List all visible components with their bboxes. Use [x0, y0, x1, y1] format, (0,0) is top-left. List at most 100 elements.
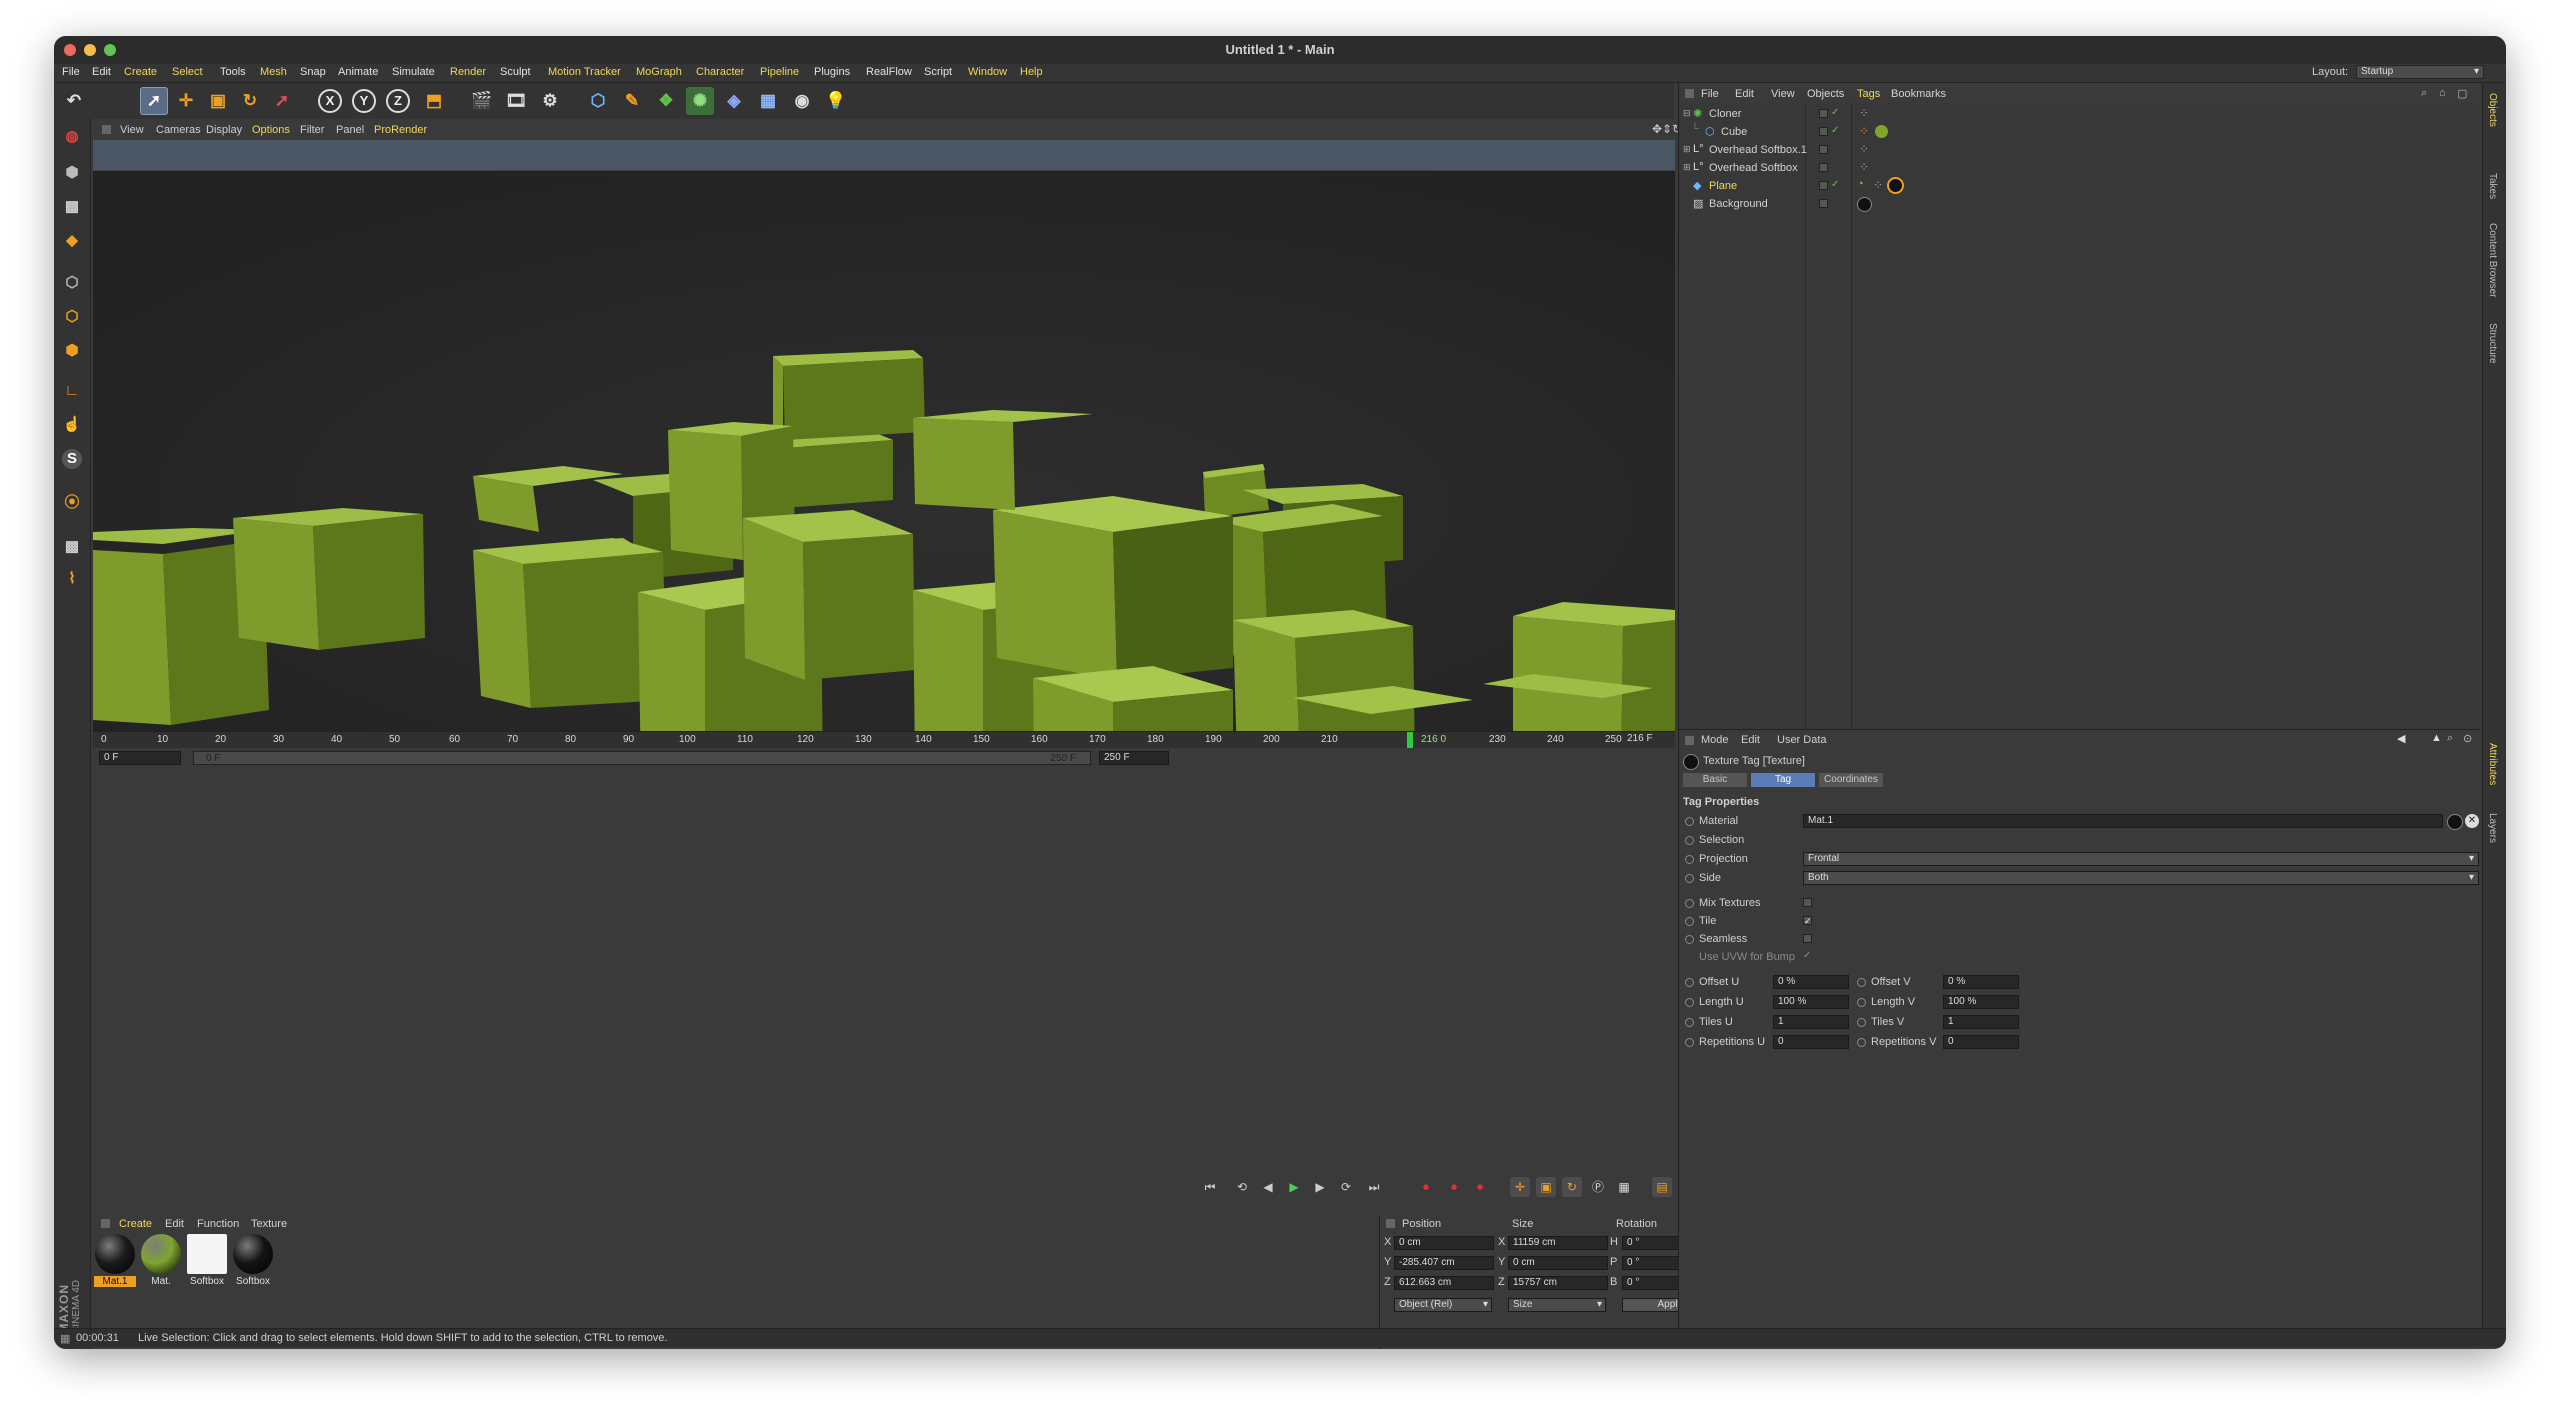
playhead[interactable]	[1407, 732, 1414, 748]
viewport-menu-view[interactable]: View	[120, 124, 144, 136]
animate-radio[interactable]	[1685, 817, 1694, 826]
menu-help[interactable]: Help	[1020, 66, 1043, 78]
phong-tag-icon[interactable]: ⁘	[1859, 124, 1869, 138]
material-menu-create[interactable]: Create	[119, 1218, 152, 1230]
animate-radio[interactable]	[1857, 1018, 1866, 1027]
new-window-icon[interactable]: ▢	[2457, 87, 2467, 100]
menu-tools[interactable]: Tools	[220, 66, 246, 78]
tag-icon[interactable]: ⁘	[1859, 160, 1869, 174]
menu-realflow[interactable]: RealFlow	[866, 66, 912, 78]
previous-frame-button[interactable]: ◀	[1258, 1177, 1278, 1197]
expand-icon[interactable]: ⊟	[1683, 108, 1691, 119]
menu-animate[interactable]: Animate	[338, 66, 378, 78]
next-key-button[interactable]: ⟳	[1336, 1177, 1356, 1197]
tab-coordinates[interactable]: Coordinates	[1819, 773, 1883, 787]
viewport-menu-prorender[interactable]: ProRender	[374, 124, 427, 136]
render-view-button[interactable]: 🎬	[468, 87, 496, 115]
om-menu-view[interactable]: View	[1771, 88, 1795, 100]
object-row[interactable]: ◆ Plane ✓ ◔ ⁘	[1679, 177, 2481, 195]
offset-v-field[interactable]: 0 %	[1943, 975, 2019, 989]
menu-snap[interactable]: Snap	[300, 66, 326, 78]
seamless-checkbox[interactable]	[1803, 934, 1812, 943]
tab-basic[interactable]: Basic	[1683, 773, 1747, 787]
animate-radio[interactable]	[1685, 917, 1694, 926]
z-axis-button[interactable]: Z	[384, 87, 412, 115]
keyframe-selection-button[interactable]: ⏺	[1470, 1177, 1490, 1197]
viewport-menu-filter[interactable]: Filter	[300, 124, 324, 136]
side-tab-attributes[interactable]: Attributes	[2487, 743, 2498, 785]
tile-checkbox[interactable]: ✓	[1803, 916, 1812, 926]
side-tab-objects[interactable]: Objects	[2487, 93, 2498, 127]
polygons-mode-button[interactable]: ⬢	[58, 337, 86, 365]
tiles-u-field[interactable]: 1	[1773, 1015, 1849, 1029]
subdivision-button[interactable]: ❖	[652, 87, 680, 115]
material-menu-texture[interactable]: Texture	[251, 1218, 287, 1230]
y-axis-button[interactable]: Y	[350, 87, 378, 115]
visibility-toggle[interactable]	[1819, 145, 1828, 154]
menu-edit[interactable]: Edit	[92, 66, 111, 78]
object-row[interactable]: ⊞ L° Overhead Softbox.1 ⁘	[1679, 141, 2481, 159]
animate-radio[interactable]	[1685, 1038, 1694, 1047]
menu-pipeline[interactable]: Pipeline	[760, 66, 799, 78]
clear-link-icon[interactable]: ✕	[2465, 814, 2479, 828]
menu-mograph[interactable]: MoGraph	[636, 66, 682, 78]
length-v-field[interactable]: 100 %	[1943, 995, 2019, 1009]
live-selection-button[interactable]: ➚	[140, 87, 168, 115]
offset-u-field[interactable]: 0 %	[1773, 975, 1849, 989]
coord-size-select[interactable]: Size ▾	[1508, 1298, 1606, 1312]
select-tool-button[interactable]: ➚	[268, 87, 296, 115]
tiles-v-field[interactable]: 1	[1943, 1015, 2019, 1029]
visibility-toggle[interactable]	[1819, 199, 1828, 208]
length-u-field[interactable]: 100 %	[1773, 995, 1849, 1009]
layout-select[interactable]: Startup ▾	[2356, 65, 2484, 79]
axis-mode-button[interactable]: ∟	[58, 377, 86, 405]
home-icon[interactable]: ⌂	[2439, 87, 2446, 99]
animate-radio[interactable]	[1685, 855, 1694, 864]
tag-icon[interactable]: ⁘	[1873, 178, 1883, 192]
cloner-button[interactable]: ✺	[686, 87, 714, 115]
magnet-button[interactable]: ⦿	[58, 489, 86, 517]
animate-radio[interactable]	[1857, 1038, 1866, 1047]
material-tag-icon[interactable]	[1875, 125, 1888, 138]
menu-mesh[interactable]: Mesh	[260, 66, 287, 78]
menu-create[interactable]: Create	[124, 66, 157, 78]
enabled-check-icon[interactable]: ✓	[1831, 107, 1839, 118]
start-frame-field[interactable]: 0 F	[99, 751, 181, 765]
search-icon[interactable]: ⌕	[2421, 87, 2427, 100]
coord-system-button[interactable]: ⬒	[420, 87, 448, 115]
menu-window[interactable]: Window	[968, 66, 1007, 78]
om-menu-tags[interactable]: Tags	[1857, 88, 1880, 100]
am-menu-mode[interactable]: Mode	[1701, 734, 1729, 746]
make-editable-button[interactable]: ◍	[58, 123, 86, 151]
rotate-button[interactable]: ↻	[236, 87, 264, 115]
tweak-button[interactable]: ☝	[58, 411, 86, 439]
animate-radio[interactable]	[1685, 998, 1694, 1007]
render-settings-button[interactable]: ⚙	[536, 87, 564, 115]
camera-button[interactable]: ◉	[788, 87, 816, 115]
hair-button[interactable]: ⌇	[58, 565, 86, 593]
material-swatch[interactable]: Mat.1	[94, 1234, 136, 1287]
visibility-toggle[interactable]	[1819, 163, 1828, 172]
viewport-menu-options[interactable]: Options	[252, 124, 290, 136]
light-button[interactable]: 💡	[822, 87, 850, 115]
tag-icon[interactable]: ⁘	[1859, 142, 1869, 156]
model-mode-button[interactable]: ⬢	[58, 159, 86, 187]
snap-button[interactable]: S	[58, 445, 86, 473]
material-swatch[interactable]: Softbox	[232, 1234, 274, 1287]
preview-range-slider[interactable]: 0 F 250 F	[193, 751, 1091, 765]
position-x-field[interactable]: 0 cm	[1394, 1236, 1494, 1250]
menu-character[interactable]: Character	[696, 66, 744, 78]
material-preview-icon[interactable]	[2447, 814, 2463, 830]
enabled-check-icon[interactable]: ✓	[1831, 179, 1839, 190]
render-picture-queue-button[interactable]: 🎞	[502, 87, 530, 115]
compositing-tag-icon[interactable]: ◔	[1857, 178, 1864, 190]
enabled-check-icon[interactable]: ✓	[1831, 125, 1839, 136]
edges-mode-button[interactable]: ⬡	[58, 303, 86, 331]
end-frame-field[interactable]: 250 F	[1099, 751, 1169, 765]
am-menu-edit[interactable]: Edit	[1741, 734, 1760, 746]
material-swatch[interactable]: Mat.	[140, 1234, 182, 1287]
animate-radio[interactable]	[1857, 978, 1866, 987]
material-swatch[interactable]: Softbox	[186, 1234, 228, 1287]
position-y-field[interactable]: -285.407 cm	[1394, 1256, 1494, 1270]
mix-textures-checkbox[interactable]	[1803, 898, 1812, 907]
